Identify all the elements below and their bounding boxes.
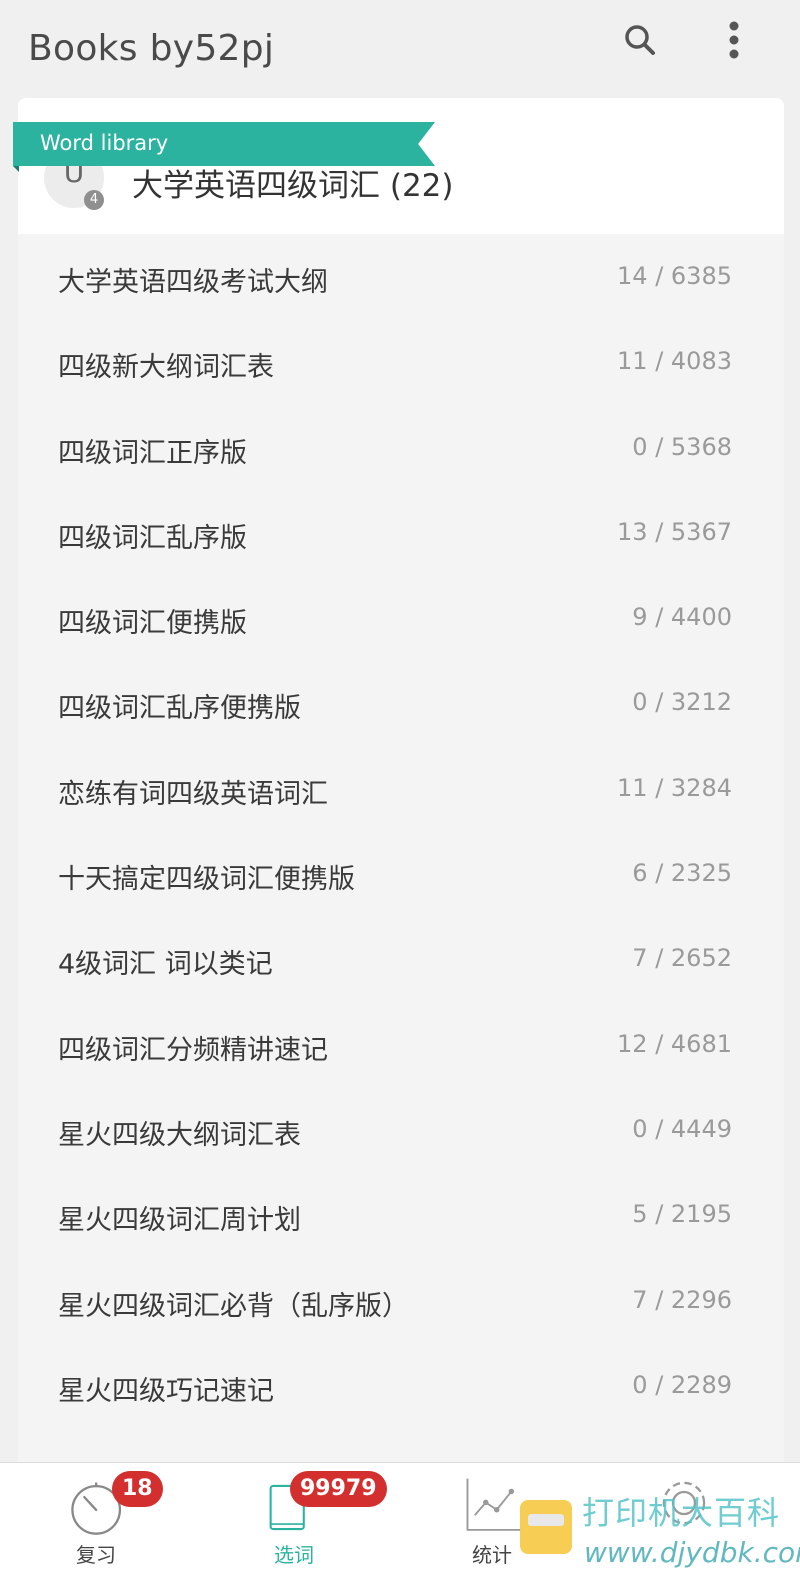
book-name: 大学英语四级考试大纲 — [58, 267, 328, 298]
book-name: 四级词汇正序版 — [58, 437, 247, 469]
book-progress-count: 7 / 2652 — [632, 944, 732, 973]
app-bar: Books by52pj — [0, 0, 800, 100]
book-name: 恋练有词四级英语词汇 — [58, 778, 328, 810]
book-progress-count: 12 / 4681 — [617, 1029, 732, 1058]
book-progress-count: 14 / 6385 — [617, 262, 732, 290]
book-progress-count: 0 / 4449 — [632, 1114, 732, 1143]
book-row[interactable]: 十天搞定四级词汇便携版 6 / 2325 — [18, 831, 784, 916]
book-row[interactable]: 星火四级大纲词汇表 0 / 4449 — [18, 1087, 784, 1172]
book-progress-count: 11 / 4083 — [617, 347, 732, 376]
book-name: 四级词汇乱序版 — [58, 522, 247, 554]
watermark: 打印机大百科 www.djydbk.com — [520, 1478, 800, 1586]
book-name: 十天搞定四级词汇便携版 — [58, 864, 355, 896]
book-name: 星火四级词汇必背（乱序版） — [58, 1290, 409, 1322]
nav-review-label: 复习 — [76, 1543, 116, 1567]
book-row[interactable]: 四级新大纲词汇表 11 / 4083 — [18, 319, 784, 404]
book-name: 四级新大纲词汇表 — [58, 352, 274, 384]
book-row[interactable]: 四级词汇分频精讲速记 12 / 4681 — [18, 1002, 784, 1087]
printer-logo-icon — [520, 1500, 572, 1554]
book-progress-count: 9 / 4400 — [632, 603, 732, 632]
app-title: Books by52pj — [28, 28, 275, 69]
book-row[interactable]: 四级词汇乱序版 13 / 5367 — [18, 490, 784, 575]
more-vertical-icon — [729, 21, 739, 59]
book-row[interactable]: 恋练有词四级英语词汇 11 / 3284 — [18, 746, 784, 831]
group-header[interactable]: U 大学英语四级词汇 (22) — [18, 98, 784, 234]
book-row[interactable]: 星火四级词汇必背（乱序版） 7 / 2296 — [18, 1258, 784, 1343]
nav-select-words-label: 选词 — [274, 1543, 314, 1567]
book-progress-count: 13 / 5367 — [617, 517, 732, 546]
book-name: 星火四级词汇周计划 — [58, 1205, 301, 1237]
group-title: 大学英语四级词汇 (22) — [132, 168, 454, 204]
book-progress-count: 0 / 2289 — [632, 1370, 732, 1399]
book-name: 4级词汇 词以类记 — [58, 949, 273, 981]
book-name: 星火四级巧记速记 — [58, 1375, 274, 1407]
book-name: 四级词汇乱序便携版 — [58, 693, 301, 725]
book-progress-count: 6 / 2325 — [632, 859, 732, 888]
ribbon-label: Word library — [40, 131, 169, 155]
select-words-badge: 99979 — [290, 1471, 387, 1507]
nav-review[interactable]: 18 复习 — [0, 1463, 200, 1591]
nav-statistics-label: 统计 — [472, 1543, 512, 1567]
book-row[interactable]: 四级词汇正序版 0 / 5368 — [18, 405, 784, 490]
book-name: 星火四级大纲词汇表 — [58, 1119, 301, 1151]
book-row[interactable]: 大学英语四级考试大纲 14 / 6385 — [18, 234, 784, 319]
book-row[interactable]: 星火四级词汇周计划 5 / 2195 — [18, 1172, 784, 1257]
search-button[interactable] — [618, 18, 662, 62]
book-progress-count: 5 / 2195 — [632, 1200, 732, 1229]
book-row[interactable]: 4级词汇 词以类记 7 / 2652 — [18, 916, 784, 1001]
watermark-text: 打印机大百科 — [582, 1494, 781, 1532]
book-progress-count: 11 / 3284 — [617, 773, 732, 802]
book-progress-count: 0 / 3212 — [632, 688, 732, 717]
search-icon — [625, 25, 655, 55]
review-badge: 18 — [112, 1471, 163, 1507]
nav-select-words[interactable]: 99979 选词 — [200, 1463, 400, 1591]
ribbon-fold — [13, 166, 19, 172]
book-progress-count: 7 / 2296 — [632, 1285, 732, 1314]
group-avatar-badge: 4 — [84, 190, 104, 210]
book-name: 四级词汇分频精讲速记 — [58, 1034, 328, 1066]
chart-icon — [466, 1478, 521, 1531]
book-row[interactable]: 星火四级巧记速记 0 / 2289 — [18, 1343, 784, 1428]
book-row[interactable]: 四级词汇乱序便携版 0 / 3212 — [18, 660, 784, 745]
book-name: 四级词汇便携版 — [58, 608, 247, 640]
more-options-button[interactable] — [712, 18, 756, 62]
watermark-url: www.djydbk.com — [584, 1536, 800, 1569]
book-list: 大学英语四级考试大纲 14 / 6385 四级新大纲词汇表 11 / 4083 四级词汇… — [18, 234, 784, 1428]
book-row[interactable]: 四级词汇便携版 9 / 4400 — [18, 575, 784, 660]
book-progress-count: 0 / 5368 — [632, 432, 732, 461]
